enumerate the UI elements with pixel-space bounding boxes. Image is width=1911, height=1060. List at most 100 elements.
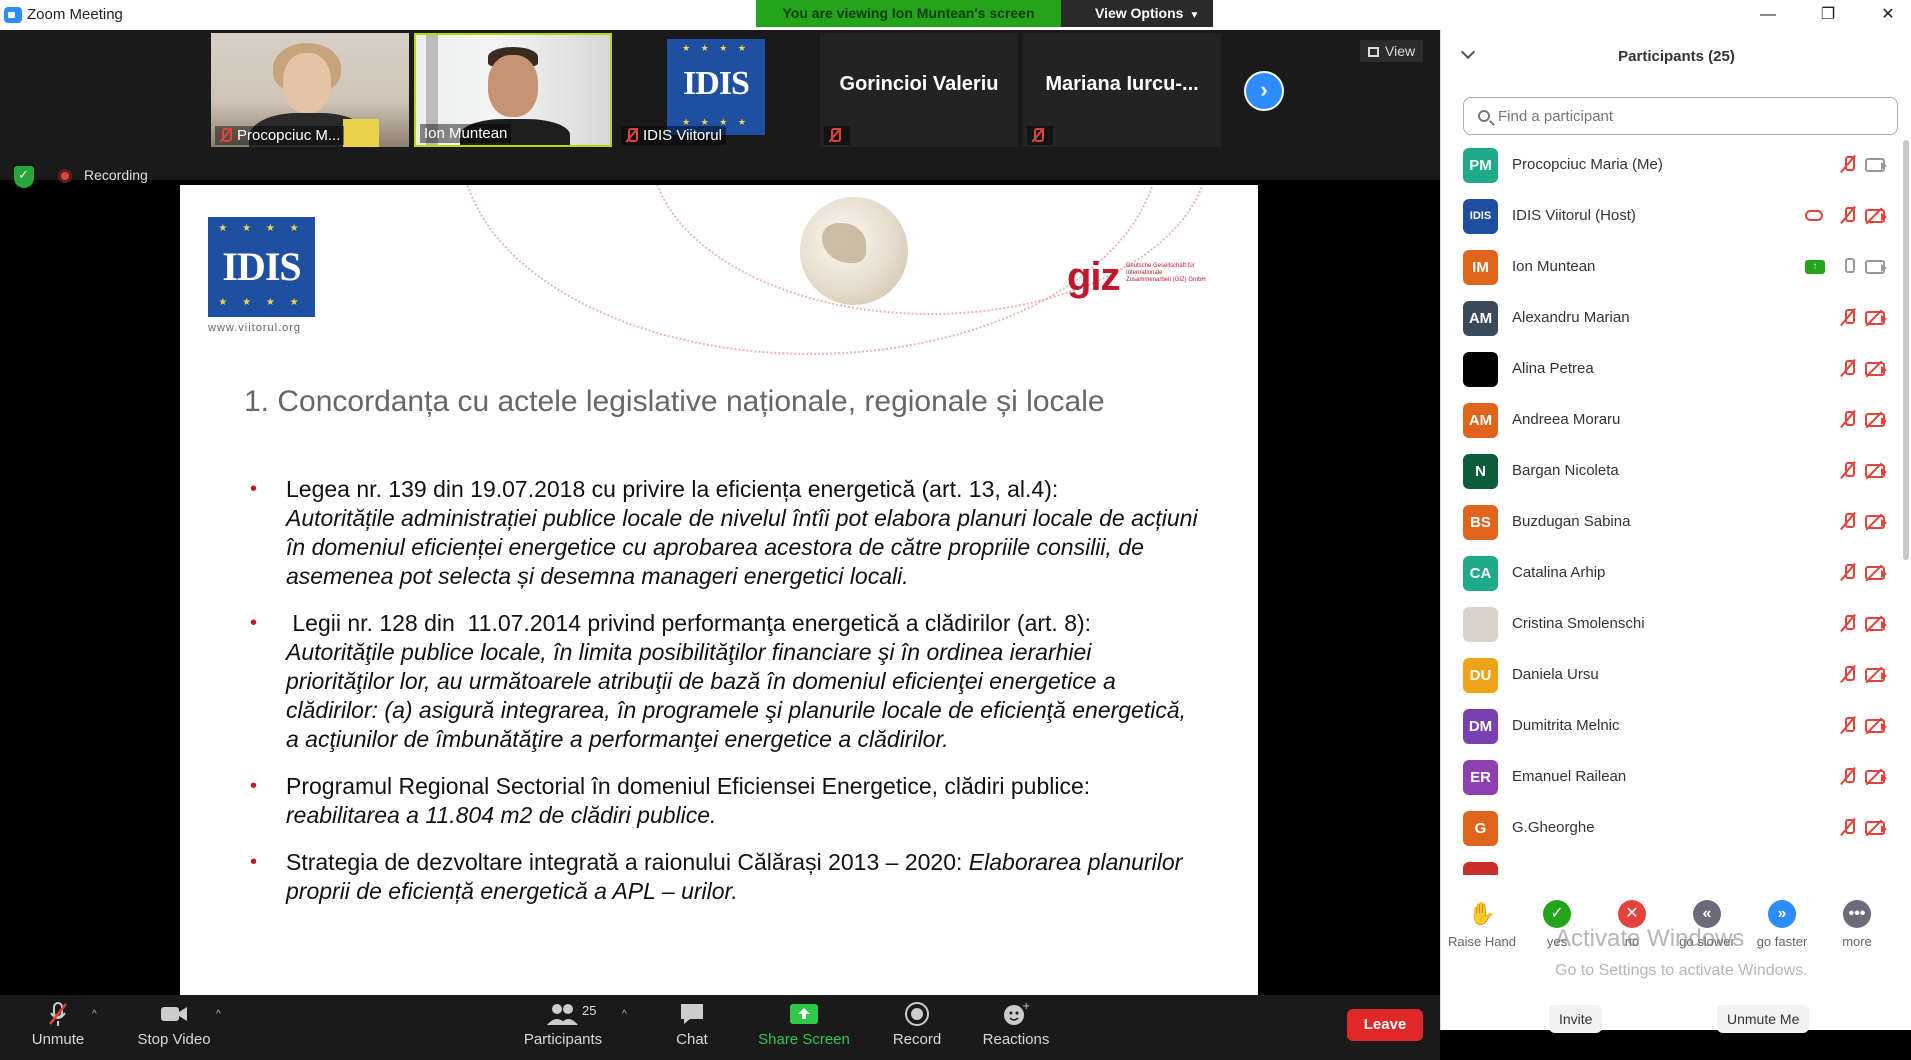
video-tile[interactable]: Gorincioi Valeriu <box>820 33 1018 147</box>
reactions-label: Reactions <box>982 1031 1050 1048</box>
video-tile[interactable]: ★ ★ ★ ★ IDIS ★ ★ ★ ★ IDIS Viitorul <box>617 33 815 147</box>
participant-row[interactable]: IM Ion Muntean ↑ <box>1441 242 1901 293</box>
scrollbar[interactable] <box>1903 140 1909 560</box>
participant-row[interactable]: ER Emanuel Railean <box>1441 752 1901 803</box>
reaction-more[interactable]: ••• more <box>1822 900 1892 949</box>
participant-row[interactable]: CA Catalina Arhip <box>1441 548 1901 599</box>
stars-decoration: ★ ★ ★ ★ <box>218 297 305 308</box>
participant-row[interactable]: DU Daniela Ursu <box>1441 650 1901 701</box>
participant-name: Cristina Smolenschi <box>1512 615 1645 632</box>
unmute-button[interactable]: Unmute <box>28 1001 88 1048</box>
meeting-toolbar: Unmute ^ Stop Video ^ Participants 25 ^ … <box>0 995 1440 1060</box>
participant-row[interactable]: Alina Petrea <box>1441 344 1901 395</box>
minimize-button[interactable]: — <box>1748 3 1788 27</box>
globe-image <box>800 197 908 305</box>
view-options-button[interactable]: View Options ▼ <box>1061 0 1213 27</box>
mic-muted-icon <box>1843 564 1855 580</box>
avatar <box>1463 862 1498 875</box>
background-object <box>343 119 379 147</box>
video-off-icon <box>1865 719 1887 733</box>
mic-muted-icon <box>1843 615 1855 631</box>
avatar <box>1463 607 1498 642</box>
tile-name-text: IDIS Viitorul <box>643 127 722 144</box>
avatar: AM <box>1463 403 1498 438</box>
reactions-button[interactable]: + Reactions <box>976 1001 1056 1048</box>
share-screen-button[interactable]: Share Screen <box>754 1001 854 1048</box>
video-icon <box>1865 260 1887 274</box>
reaction-icon: « <box>1693 900 1721 928</box>
maximize-button[interactable]: ❐ <box>1808 3 1848 27</box>
mic-muted-icon <box>1843 360 1855 376</box>
activate-windows-subtitle: Go to Settings to activate Windows. <box>1555 962 1808 979</box>
participant-name: Emanuel Railean <box>1512 768 1627 785</box>
giz-logo: giz <box>1067 255 1121 299</box>
video-off-icon <box>1865 464 1887 478</box>
participant-row[interactable]: G G.Gheorghe <box>1441 803 1901 854</box>
unmute-me-button[interactable]: Unmute Me <box>1717 1005 1810 1033</box>
video-off-icon <box>1865 821 1887 835</box>
stop-video-button[interactable]: Stop Video <box>134 1001 214 1048</box>
tile-mic-status <box>824 126 850 145</box>
next-page-button[interactable]: › <box>1244 71 1284 111</box>
slide-bullet: Legii nr. 128 din 11.07.2014 privind per… <box>240 609 1200 754</box>
video-tile-active-speaker[interactable]: Ion Muntean <box>414 33 612 147</box>
tile-name-text: Procopciuc M... <box>237 127 341 144</box>
participant-name: Bargan Nicoleta <box>1512 462 1619 479</box>
participant-list[interactable]: PM Procopciuc Maria (Me) IDIS IDIS Viitorul… <box>1441 140 1901 875</box>
security-shield-icon[interactable] <box>14 166 34 188</box>
avatar: AM <box>1463 301 1498 336</box>
video-tile[interactable]: Mariana Iurcu-... <box>1023 33 1221 147</box>
video-off-icon <box>1865 209 1887 223</box>
reaction-icon: ✕ <box>1618 900 1646 928</box>
record-button[interactable]: Record <box>882 1001 952 1048</box>
participant-name: Procopciuc Maria (Me) <box>1512 156 1663 173</box>
avatar <box>1463 352 1498 387</box>
bullet-italic: Autorităţile publice locale, în limita p… <box>286 639 1187 752</box>
slide-bullet: Programul Regional Sectorial în domeniul… <box>240 772 1200 830</box>
participants-count: 25 <box>582 1003 597 1018</box>
video-off-icon <box>1865 617 1887 631</box>
participant-row[interactable]: IDIS IDIS Viitorul (Host) <box>1441 191 1901 242</box>
mic-muted-icon <box>219 128 232 142</box>
reaction-label: go faster <box>1756 934 1808 949</box>
reaction-raise-hand[interactable]: ✋ Raise Hand <box>1447 900 1517 949</box>
leave-button[interactable]: Leave <box>1347 1009 1423 1041</box>
invite-button[interactable]: Invite <box>1549 1005 1603 1033</box>
reaction-label: Raise Hand <box>1448 934 1516 949</box>
tile-name: IDIS Viitorul <box>621 126 726 145</box>
bullet-italic: reabilitarea a 11.804 m2 de clădiri publ… <box>286 802 717 828</box>
close-button[interactable]: ✕ <box>1868 3 1908 27</box>
participant-face <box>283 53 331 113</box>
giz-subtitle: Deutsche Gesellschaft für Internationale… <box>1126 263 1206 283</box>
participant-row[interactable]: BS Buzdugan Sabina <box>1441 497 1901 548</box>
participant-row[interactable] <box>1441 854 1901 875</box>
chat-button[interactable]: Chat <box>662 1001 722 1048</box>
participant-row[interactable]: DM Dumitrita Melnic <box>1441 701 1901 752</box>
audio-options-caret[interactable]: ^ <box>92 1009 97 1020</box>
participant-search[interactable] <box>1463 97 1898 135</box>
participant-row[interactable]: AM Alexandru Marian <box>1441 293 1901 344</box>
share-screen-label: Share Screen <box>758 1031 850 1048</box>
participants-icon <box>547 1004 578 1025</box>
video-off-icon <box>1865 311 1887 325</box>
video-options-caret[interactable]: ^ <box>216 1009 221 1020</box>
reaction-go-faster[interactable]: » go faster <box>1747 900 1817 949</box>
participant-row[interactable]: N Bargan Nicoleta <box>1441 446 1901 497</box>
view-options-label: View Options <box>1095 5 1184 21</box>
search-input[interactable] <box>1498 106 1878 126</box>
mic-muted-icon <box>625 128 638 142</box>
participants-panel: Participants (25) PM Procopciuc Maria (Me… <box>1440 30 1911 1033</box>
mic-muted-icon <box>1843 819 1855 835</box>
cloud-recording-icon <box>1805 210 1823 221</box>
recording-icon <box>58 169 72 183</box>
participants-options-caret[interactable]: ^ <box>622 1009 627 1020</box>
mic-muted-icon <box>1843 207 1855 223</box>
video-tile[interactable]: Procopciuc M... <box>211 33 409 147</box>
slide-bullet: Legea nr. 139 din 19.07.2018 cu privire … <box>240 475 1200 591</box>
participant-row[interactable]: AM Andreea Moraru <box>1441 395 1901 446</box>
participant-name: Alina Petrea <box>1512 360 1594 377</box>
participant-row[interactable]: Cristina Smolenschi <box>1441 599 1901 650</box>
participant-row[interactable]: PM Procopciuc Maria (Me) <box>1441 140 1901 191</box>
view-button[interactable]: View <box>1360 40 1424 62</box>
reactions-icon: + <box>1004 1001 1030 1025</box>
